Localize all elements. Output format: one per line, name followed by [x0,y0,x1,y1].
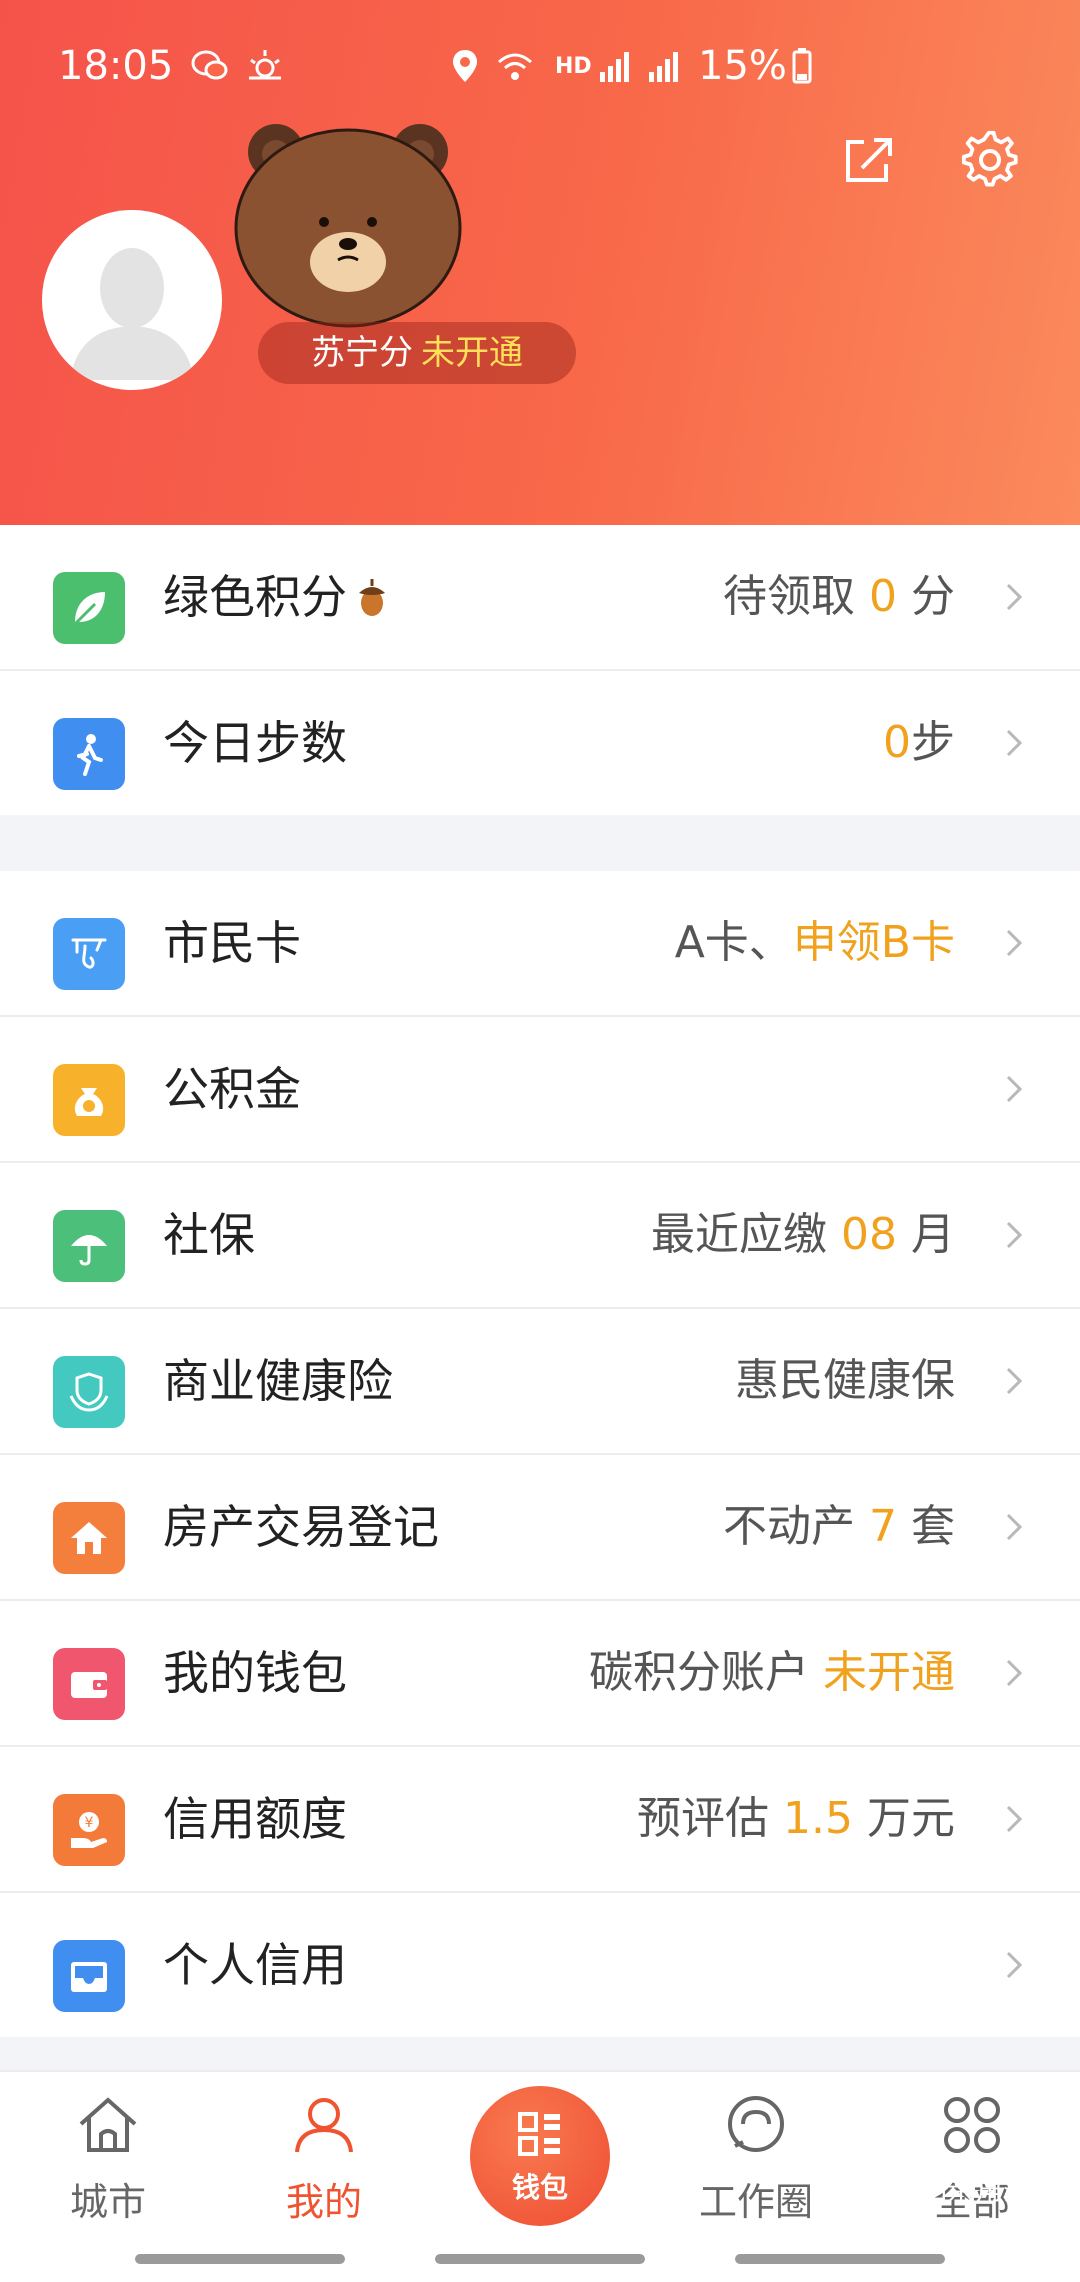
nav-mine[interactable]: 我的 [244,2072,404,2272]
nav-wallet-button[interactable]: 钱包 [470,2086,610,2226]
location-icon [453,50,477,82]
battery-level: 15% [698,43,787,89]
list-item-label: 商业健康险 [163,1354,393,1408]
money-hand-icon: ¥ [53,1794,125,1866]
status-time: 18:05 [58,43,174,89]
list-item-personal-credit[interactable]: 个人信用 [0,1893,1080,2037]
watermark: 相亲角落 [885,2168,1031,2208]
list-item-steps[interactable]: 今日步数 0步 [0,671,1080,815]
qr-code-icon [518,2112,560,2156]
inbox-icon [53,1940,125,2012]
chevron-right-icon [1006,1951,1023,1979]
network-type: HD [555,54,592,79]
brown-bear-sticker [234,124,462,328]
house-icon [53,1502,125,1574]
watermark-text: 相亲角落 [919,2173,1032,2206]
list-item-housing-fund[interactable]: 公积金 [0,1017,1080,1163]
list-item-my-wallet[interactable]: 我的钱包 碳积分账户 未开通 [0,1601,1080,1747]
status-bar: 18:05 HD 15% [0,38,1080,98]
gesture-bar [435,2254,645,2264]
list-item-credit-limit[interactable]: ¥ 信用额度 预评估 1.5 万元 [0,1747,1080,1893]
list-item-label: 绿色积分 [163,570,347,624]
wechat-logo-icon [885,2179,915,2203]
list-item-health-insurance[interactable]: 商业健康险 惠民健康保 [0,1309,1080,1455]
fund-bag-icon [53,1064,125,1136]
umbrella-icon [53,1210,125,1282]
suning-status: 未开通 [421,333,523,373]
chat-circle-icon [728,2096,784,2152]
list-item-label: 个人信用 [163,1938,347,1992]
list-item-value: 惠民健康保 [735,1355,955,1406]
list-item-label: 公积金 [163,1062,301,1116]
list-item-value: 不动产 7 套 [723,1501,955,1552]
chevron-right-icon [1006,929,1023,957]
wallet-icon [53,1648,125,1720]
list-item-value: 待领取 0 分 [723,571,955,622]
gesture-bar [735,2254,945,2264]
user-icon [295,2098,353,2153]
list-item-label: 房产交易登记 [163,1500,439,1554]
list-item-property-registration[interactable]: 房产交易登记 不动产 7 套 [0,1455,1080,1601]
share-icon[interactable] [838,130,898,190]
grid-apps-icon [944,2097,1000,2153]
list-item-value: 预评估 1.5 万元 [637,1793,955,1844]
suning-score-badge[interactable]: 苏宁分 未开通 [258,322,576,384]
acorn-icon [359,579,385,616]
suning-label: 苏宁分 [311,333,413,373]
list-item-green-points[interactable]: 绿色积分 待领取 0 分 [0,525,1080,671]
nav-label: 城市 [69,2180,146,2224]
leaf-icon [53,572,125,644]
settings-gear-icon[interactable] [960,130,1020,190]
nav-city[interactable]: 城市 [28,2072,188,2272]
shield-hands-icon [53,1356,125,1428]
wifi-icon [498,53,532,80]
nav-label: 我的 [285,2180,362,2224]
nav-label: 钱包 [511,2171,568,2204]
default-avatar-icon [42,210,222,390]
list-item-label: 信用额度 [163,1792,347,1846]
list-item-label: 社保 [163,1208,255,1262]
list-item-value: 碳积分账户 未开通 [589,1647,955,1698]
wechat-icon [191,50,228,80]
profile-header: 18:05 HD 15% 苏宁分 未开通 [0,0,1080,525]
nav-work-circle[interactable]: 工作圈 [676,2072,836,2272]
services-group: 市民卡 A卡、申领B卡 公积金 社保 最近应缴 08 月 商业健康险 惠民健康保… [0,871,1080,2037]
list-item-social-insurance[interactable]: 社保 最近应缴 08 月 [0,1163,1080,1309]
chevron-right-icon [1006,729,1023,757]
chevron-right-icon [1006,1221,1023,1249]
gesture-bar [135,2254,345,2264]
signal-icon [600,52,629,82]
walking-icon [53,718,125,790]
signal-icon [649,52,678,82]
activity-group: 绿色积分 待领取 0 分 今日步数 0步 [0,525,1080,815]
chevron-right-icon [1006,583,1023,611]
citizen-card-icon [53,918,125,990]
battery-icon [792,48,812,84]
list-item-citizen-card[interactable]: 市民卡 A卡、申领B卡 [0,871,1080,1017]
svg-text:¥: ¥ [85,1815,94,1831]
weather-icon [249,50,281,80]
home-icon [79,2097,137,2152]
nav-label: 工作圈 [698,2180,813,2224]
chevron-right-icon [1006,1805,1023,1833]
list-item-value: A卡、申领B卡 [674,917,955,968]
chevron-right-icon [1006,1367,1023,1395]
avatar[interactable] [42,210,222,390]
list-item-value: 最近应缴 08 月 [651,1209,955,1260]
list-item-value: 0步 [883,717,955,768]
chevron-right-icon [1006,1513,1023,1541]
list-item-label: 今日步数 [163,716,347,770]
chevron-right-icon [1006,1075,1023,1103]
list-item-label: 我的钱包 [163,1646,347,1700]
chevron-right-icon [1006,1659,1023,1687]
list-item-label: 市民卡 [163,916,301,970]
